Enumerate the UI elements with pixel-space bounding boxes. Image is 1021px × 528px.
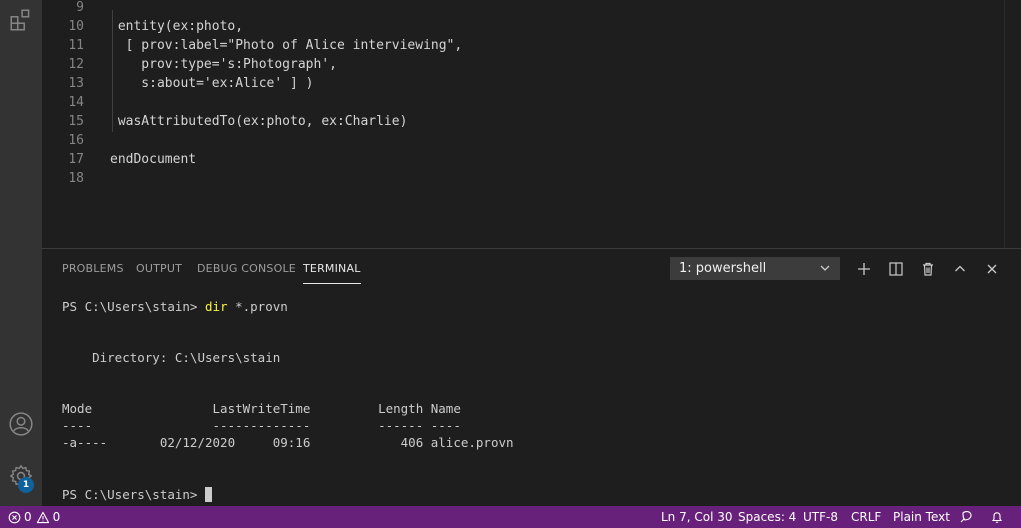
- new-terminal-button[interactable]: [853, 258, 875, 280]
- split-icon: [889, 262, 903, 276]
- code-line: 14: [68, 95, 84, 110]
- terminal-select-value: 1: powershell: [679, 261, 767, 276]
- indentation[interactable]: Spaces: 4: [738, 506, 796, 528]
- bottom-panel: PROBLEMS OUTPUT DEBUG CONSOLE TERMINAL 1…: [42, 248, 1021, 506]
- language-mode[interactable]: Plain Text: [893, 506, 950, 528]
- extensions-icon[interactable]: [0, 0, 42, 40]
- code-line: 11 [ prov:label="Photo of Alice intervie…: [68, 38, 463, 53]
- terminal-line: PS C:\Users\stain>: [62, 486, 212, 503]
- terminal-line: Directory: C:\Users\stain: [62, 350, 281, 365]
- problems-status[interactable]: 0 0: [8, 506, 60, 528]
- error-icon: [8, 511, 21, 523]
- status-bar: 0 0 Ln 7, Col 30 Spaces: 4 UTF-8 CRLF Pl…: [0, 506, 1021, 528]
- editor-scrollbar[interactable]: [1004, 0, 1021, 248]
- chevron-up-icon: [955, 265, 965, 272]
- tab-debug-console[interactable]: DEBUG CONSOLE: [197, 262, 296, 284]
- split-terminal-button[interactable]: [885, 258, 907, 280]
- account-icon[interactable]: [0, 404, 42, 444]
- accounts-badge: 1: [18, 477, 34, 493]
- code-line: 12 prov:type='s:Photograph',: [68, 57, 337, 72]
- tab-problems[interactable]: PROBLEMS: [62, 262, 124, 284]
- activity-bar: 1: [0, 0, 42, 506]
- code-line: 18: [68, 171, 84, 186]
- line-ending[interactable]: CRLF: [851, 506, 881, 528]
- terminal-line: -a---- 02/12/2020 09:16 406 alice.provn: [62, 435, 514, 450]
- code-line: 10 entity(ex:photo,: [68, 19, 244, 34]
- kill-terminal-button[interactable]: [917, 258, 939, 280]
- warning-icon: [36, 511, 49, 523]
- trash-icon: [923, 262, 933, 276]
- feedback-icon[interactable]: [959, 506, 973, 528]
- code-editor[interactable]: 9 10 entity(ex:photo, 11 [ prov:label="P…: [42, 0, 1021, 248]
- terminal-select[interactable]: 1: powershell: [670, 257, 840, 280]
- terminal-cursor: [205, 487, 212, 502]
- code-line: 16: [68, 133, 84, 148]
- plus-icon: [858, 263, 870, 275]
- code-line: 17 endDocument: [68, 152, 197, 167]
- encoding[interactable]: UTF-8: [803, 506, 838, 528]
- tab-terminal[interactable]: TERMINAL: [303, 262, 361, 284]
- terminal-line: Mode LastWriteTime Length Name: [62, 401, 461, 416]
- code-line: 13 s:about='ex:Alice' ] ): [68, 76, 314, 91]
- notifications-bell-icon[interactable]: [990, 506, 1004, 528]
- terminal-line: ---- ------------- ------ ----: [62, 418, 461, 433]
- error-count: 0: [24, 510, 32, 524]
- close-panel-button[interactable]: [981, 258, 1003, 280]
- maximize-panel-button[interactable]: [949, 258, 971, 280]
- code-line: 15 wasAttributedTo(ex:photo, ex:Charlie): [68, 114, 408, 129]
- chevron-down-icon: [819, 258, 831, 286]
- warning-count: 0: [52, 510, 61, 524]
- cursor-position[interactable]: Ln 7, Col 30: [661, 506, 733, 528]
- terminal-line: PS C:\Users\stain> dir *.provn: [62, 299, 288, 314]
- code-line: 9: [76, 0, 84, 15]
- close-icon: [987, 264, 997, 274]
- tab-output[interactable]: OUTPUT: [136, 262, 182, 284]
